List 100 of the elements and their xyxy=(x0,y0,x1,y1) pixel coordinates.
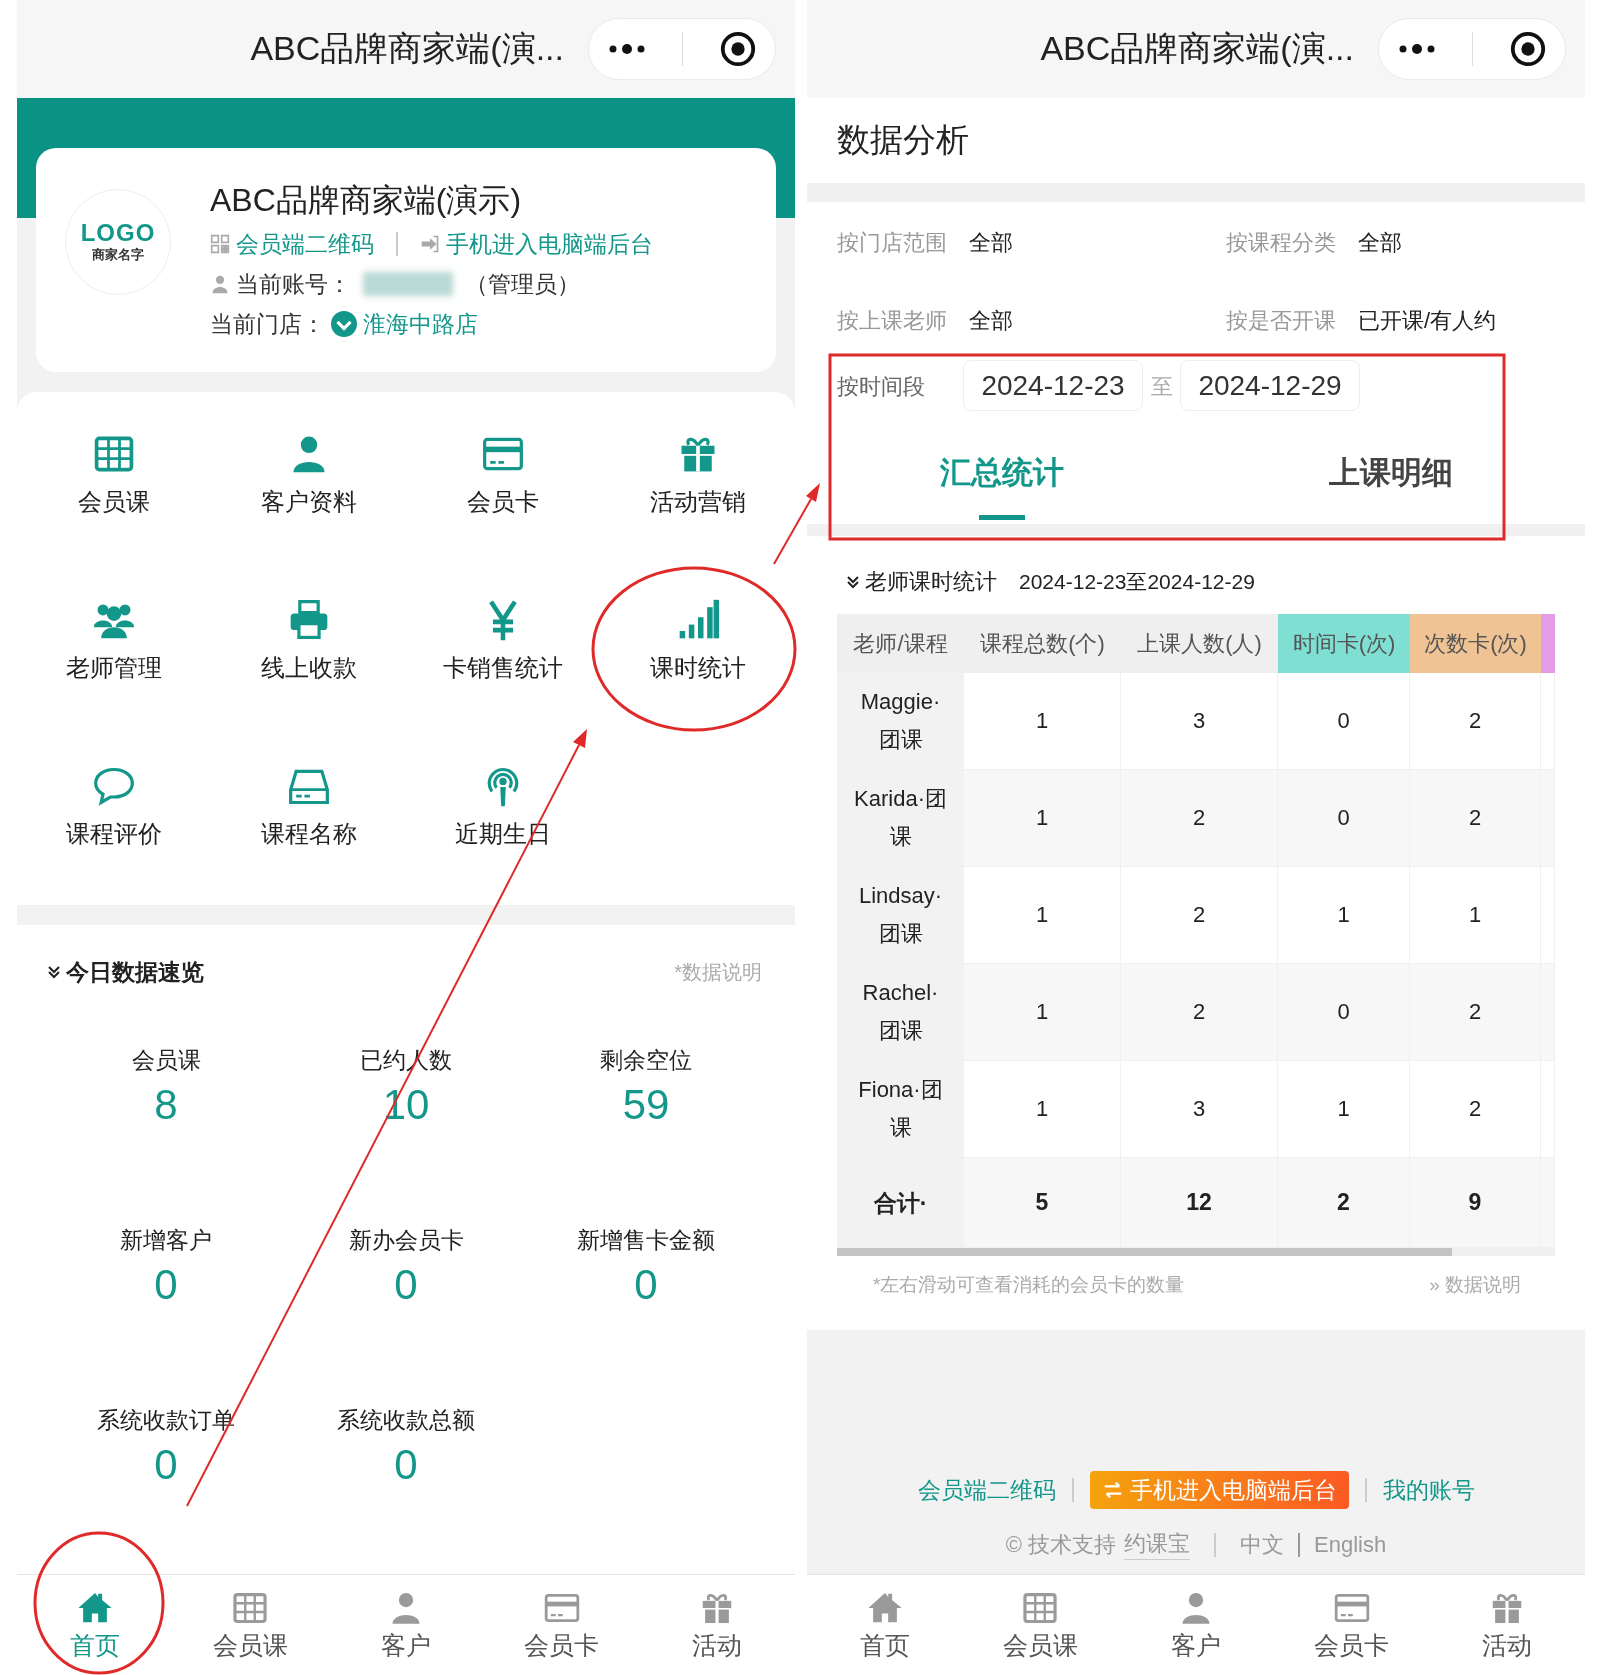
section-title: 老师课时统计 xyxy=(865,568,997,596)
filter-label: 按课程分类 xyxy=(1226,229,1336,257)
tab-bar-item[interactable]: 客户 xyxy=(328,1575,484,1675)
menu-item[interactable]: 会员卡 xyxy=(467,486,540,518)
column-header: 上课人数(人) xyxy=(1121,614,1278,673)
stat-label: 系统收款总额 xyxy=(337,1406,475,1435)
start-date-field[interactable]: 2024-12-23 xyxy=(963,360,1143,411)
hint-text: *左右滑动可查看消耗的会员卡的数量 xyxy=(873,1273,1185,1297)
stat-value: 0 xyxy=(154,1440,178,1490)
menu-item[interactable]: 会员课 xyxy=(78,486,151,518)
filter-value[interactable]: 已开课/有人约 xyxy=(1358,306,1497,336)
filter-label: 按时间段 xyxy=(837,373,926,401)
stat-label: 会员课 xyxy=(131,1046,201,1075)
column-header: 课程总数(个) xyxy=(964,614,1121,673)
window-title: ABC品牌商家端(演... xyxy=(250,28,564,69)
tab-bar-item[interactable]: 会员卡 xyxy=(483,1575,640,1675)
menu-item[interactable]: 活动营销 xyxy=(649,486,746,518)
menu-item[interactable]: 老师管理 xyxy=(66,652,163,684)
check-circle-icon xyxy=(331,311,357,337)
end-date-field[interactable]: 2024-12-29 xyxy=(1180,360,1360,411)
stat-value: 8 xyxy=(154,1080,178,1130)
filter-label: 按门店范围 xyxy=(837,229,947,257)
qr-code-icon xyxy=(210,234,230,254)
credit-text: © 技术支持 xyxy=(1005,1530,1117,1559)
logo-subtext: 商家名字 xyxy=(92,246,144,264)
qr-code-link[interactable]: 会员端二维码 xyxy=(236,224,374,264)
total-cell: 12 xyxy=(1121,1158,1278,1248)
filter-value[interactable]: 全部 xyxy=(1358,228,1402,258)
target-icon[interactable] xyxy=(1509,30,1548,68)
store-name-link[interactable]: 淮海中路店 xyxy=(363,304,478,344)
table-cell: 1 xyxy=(964,770,1121,867)
stat-value: 0 xyxy=(154,1260,178,1310)
window-title: ABC品牌商家端(演... xyxy=(1040,28,1354,69)
stat-value: 59 xyxy=(622,1080,670,1130)
menu-item[interactable]: 卡销售统计 xyxy=(443,652,564,684)
account-role: （管理员） xyxy=(465,270,580,299)
table-cell: 0 xyxy=(1278,770,1410,867)
tab-bar-item[interactable]: 客户 xyxy=(1118,1575,1274,1675)
double-chevron-icon xyxy=(46,964,62,980)
desktop-admin-link[interactable]: 手机进入电脑端后台 xyxy=(446,224,653,264)
filter-value[interactable]: 全部 xyxy=(969,228,1013,258)
table-cell: 2 xyxy=(1410,1061,1541,1158)
person-icon xyxy=(210,274,230,294)
total-cell: 2 xyxy=(1278,1158,1410,1248)
stat-value: 0 xyxy=(394,1260,418,1310)
store-title: ABC品牌商家端(演示) xyxy=(210,181,523,220)
table-cell: 0 xyxy=(1278,673,1410,770)
tab-bar-item[interactable]: 会员课 xyxy=(962,1575,1119,1675)
table-cell: 2 xyxy=(1121,867,1278,964)
scroll-bar[interactable] xyxy=(837,1248,1555,1256)
tab-bar-item[interactable]: 首页 xyxy=(17,1575,173,1675)
table-cell: 3 xyxy=(1121,1061,1278,1158)
table-cell: Lindsay·团课 xyxy=(837,867,964,964)
menu-item[interactable]: 课时统计 xyxy=(649,652,746,684)
menu-item[interactable]: 课程评价 xyxy=(66,818,163,850)
table-cell: 1 xyxy=(964,673,1121,770)
menu-item[interactable]: 线上收款 xyxy=(260,652,357,684)
table-cell: Rachel·团课 xyxy=(837,964,964,1061)
stat-label: 剩余空位 xyxy=(600,1046,692,1075)
table-cell: 2 xyxy=(1121,770,1278,867)
menu-item[interactable]: 课程名称 xyxy=(260,818,357,850)
section-title: 今日数据速览 xyxy=(66,957,204,987)
stat-label: 新增售卡金额 xyxy=(577,1226,715,1255)
filter-value[interactable]: 全部 xyxy=(969,306,1013,336)
double-chevron-icon xyxy=(845,574,861,590)
column-header: 老师/课程 xyxy=(837,614,964,673)
tab-bar-item[interactable]: 活动 xyxy=(639,1575,795,1675)
menu-item[interactable]: 客户资料 xyxy=(260,486,357,518)
tab-bar-item[interactable]: 活动 xyxy=(1429,1575,1585,1675)
target-icon[interactable] xyxy=(719,30,758,68)
table-cell: 2 xyxy=(1410,770,1541,867)
table-cell: 1 xyxy=(964,1061,1121,1158)
store-label: 当前门店： xyxy=(210,310,325,339)
page-title: 数据分析 xyxy=(837,120,969,160)
total-cell: 9 xyxy=(1410,1158,1541,1248)
table-cell: 2 xyxy=(1410,964,1541,1061)
tab-bar-item[interactable]: 会员课 xyxy=(172,1575,329,1675)
table-cell: 1 xyxy=(1410,867,1541,964)
table-cell: 1 xyxy=(1278,1061,1410,1158)
stat-label: 新办会员卡 xyxy=(348,1226,464,1255)
table-cell: 3 xyxy=(1121,673,1278,770)
logo-text: LOGO xyxy=(80,220,156,246)
total-cell: 5 xyxy=(964,1158,1121,1248)
range-separator: 至 xyxy=(1149,373,1174,401)
total-cell: 合计· xyxy=(837,1158,964,1248)
table-cell: 2 xyxy=(1121,964,1278,1061)
table-cell: 2 xyxy=(1410,673,1541,770)
column-header: 时间卡(次) xyxy=(1278,614,1410,673)
tab[interactable]: 上课明细 xyxy=(1196,422,1585,524)
filter-label: 按是否开课 xyxy=(1226,307,1336,335)
tab-bar-item[interactable]: 会员卡 xyxy=(1273,1575,1430,1675)
stat-value: 0 xyxy=(634,1260,658,1310)
login-icon xyxy=(420,234,440,254)
table-cell: Karida·团课 xyxy=(837,770,964,867)
table-cell: 0 xyxy=(1278,964,1410,1061)
table-cell: Maggie·团课 xyxy=(837,673,964,770)
tab[interactable]: 汇总统计 xyxy=(807,422,1196,524)
tab-bar-item[interactable]: 首页 xyxy=(807,1575,963,1675)
stat-label: 新增客户 xyxy=(120,1226,212,1255)
column-header: 次数卡(次) xyxy=(1410,614,1541,673)
